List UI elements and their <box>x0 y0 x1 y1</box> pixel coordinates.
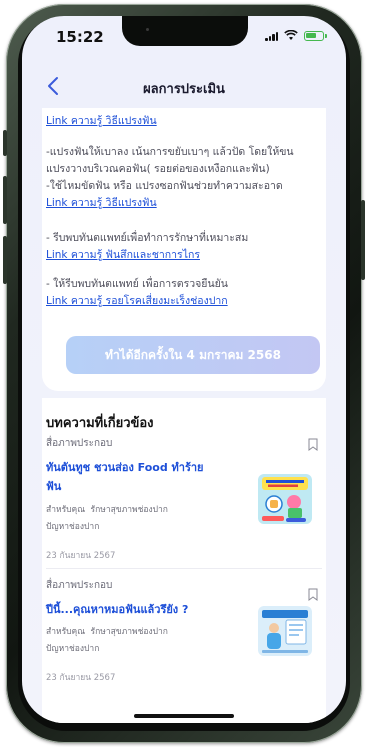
battery-icon <box>304 30 327 41</box>
notch <box>122 16 248 46</box>
text-line: -ใช้ไหมขัดฟัน หรือ แปรงซอกฟันช่วยทำความส… <box>46 180 283 192</box>
recommendation-text-dentist: - รีบพบทันตแพทย์เพื่อทำการรักษาที่เหมาะส… <box>46 230 296 264</box>
link-oral-cancer[interactable]: Link ความรู้ รอยโรคเสี่ยงมะเร็งช่องปาก <box>46 293 296 310</box>
article-title-line: ทันตันทูช ชวนส่อง Food ทำร้าย <box>46 461 204 474</box>
home-indicator <box>134 714 234 718</box>
wifi-icon <box>284 30 298 40</box>
article-type: สื่อภาพประกอบ <box>46 580 113 591</box>
page-title: ผลการประเมิน <box>143 82 225 97</box>
article-type: สื่อภาพประกอบ <box>46 438 113 449</box>
link-brushing-2[interactable]: Link ความรู้ วิธีแปรงฟัน <box>46 195 296 212</box>
article-date: 23 กันยายน 2567 <box>46 673 116 683</box>
link-brushing-1[interactable]: Link ความรู้ วิธีแปรงฟัน <box>46 112 157 129</box>
phone-side-button <box>3 130 7 156</box>
article-title-line: ปีนี้...คุณหาหมอฟันแล้วรึยัง ? <box>46 603 189 616</box>
phone-side-button <box>3 176 7 224</box>
phone-side-button <box>361 200 365 280</box>
bookmark-icon[interactable] <box>308 588 318 601</box>
article-title-line: ฟัน <box>46 480 62 493</box>
text-line: - รีบพบทันตแพทย์เพื่อทำการรักษาที่เหมาะส… <box>46 232 249 244</box>
article-meta: สำหรับคุณ รักษาสุขภาพช่องปาก ปัญหาช่องปา… <box>46 624 168 658</box>
nav-bar: ผลการประเมิน <box>22 70 346 106</box>
retake-button[interactable]: ทำได้อีกครั้งใน 4 มกราคม 2568 <box>66 336 320 374</box>
signal-icon <box>265 31 278 41</box>
section-title: บทความที่เกี่ยวข้อง <box>46 416 154 431</box>
article-topic: ปัญหาช่องปาก <box>46 644 100 654</box>
divider <box>46 568 322 569</box>
text-line: - ให้รีบพบทันตแพทย์ เพื่อการตรวจยืนยัน <box>46 278 228 290</box>
link-tooth-wear[interactable]: Link ความรู้ ฟันสึกและชาการไกร <box>46 247 296 264</box>
article-card[interactable]: สื่อภาพประกอบ ปีนี้...คุณหาหมอฟันแล้วรึย… <box>42 578 326 688</box>
text-line: แปรงวางบริเวณคอฟัน( รอยต่อของเหงือกและฟั… <box>46 163 270 175</box>
article-topic: ปัญหาช่องปาก <box>46 522 100 532</box>
recommendation-text-cancer: - ให้รีบพบทันตแพทย์ เพื่อการตรวจยืนยัน L… <box>46 276 296 310</box>
text-line: -แปรงฟันให้เบาลง เน้นการขยับเบาๆ แล้วปัด… <box>46 146 294 158</box>
article-title: ปีนี้...คุณหาหมอฟันแล้วรึยัง ? <box>46 600 188 619</box>
article-tag: รักษาสุขภาพช่องปาก <box>90 627 168 637</box>
article-title: ทันตันทูช ชวนส่อง Food ทำร้าย ฟัน <box>46 458 204 496</box>
phone-side-button <box>3 236 7 284</box>
status-icons <box>265 30 327 41</box>
recommendation-text-brushing: -แปรงฟันให้เบาลง เน้นการขยับเบาๆ แล้วปัด… <box>46 144 296 212</box>
bookmark-icon[interactable] <box>308 438 318 451</box>
article-for: สำหรับคุณ <box>46 505 86 515</box>
article-meta: สำหรับคุณ รักษาสุขภาพช่องปาก ปัญหาช่องปา… <box>46 502 168 536</box>
article-tag: รักษาสุขภาพช่องปาก <box>90 505 168 515</box>
status-time: 15:22 <box>56 28 104 46</box>
article-date: 23 กันยายน 2567 <box>46 551 116 561</box>
article-thumbnail <box>258 474 312 524</box>
app-screen: 15:22 ผลการประเมิน Link ความรู้ วิธีแปรง… <box>22 16 346 723</box>
article-card[interactable]: สื่อภาพประกอบ ทันตันทูช ชวนส่อง Food ทำร… <box>42 436 326 566</box>
article-for: สำหรับคุณ <box>46 627 86 637</box>
article-thumbnail <box>258 606 312 656</box>
